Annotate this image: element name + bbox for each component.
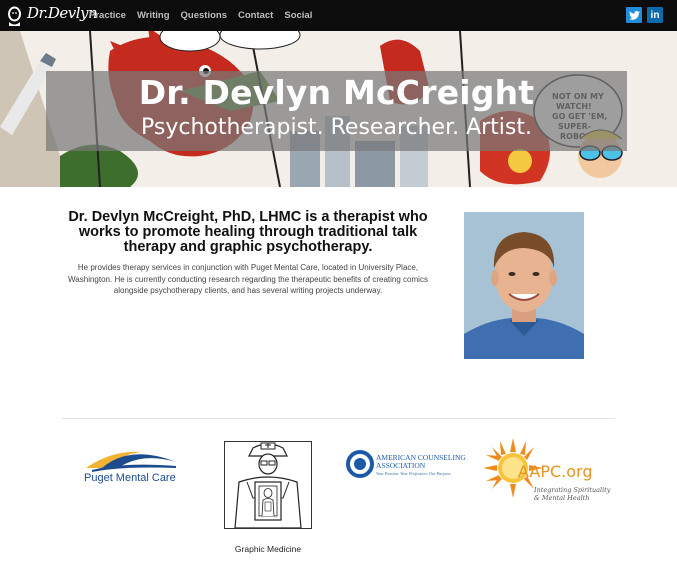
- aca-logo[interactable]: AMERICAN COUNSELING ASSOCIATION Your Pas…: [346, 450, 471, 480]
- aapc-tagline-1: Integrating Spirituality: [534, 486, 611, 494]
- twitter-bird-glyph: [628, 10, 640, 20]
- graphic-medicine-logo[interactable]: [224, 441, 312, 529]
- social-links: in: [621, 7, 663, 23]
- nav-link-contact[interactable]: Contact: [238, 10, 273, 21]
- brand-logo[interactable]: Dr.Devlyn: [6, 4, 98, 28]
- nav-link-practice[interactable]: Practice: [89, 10, 126, 21]
- hero-title: Dr. Devlyn McCreight: [138, 73, 535, 112]
- linkedin-glyph: in: [650, 9, 660, 21]
- aca-tagline: Your Passion. Your Profession. Our Purpo…: [376, 471, 452, 476]
- aapc-tagline-2: & Mental Health: [534, 494, 590, 502]
- puget-mental-care-logo[interactable]: Puget Mental Care: [82, 442, 178, 488]
- nav-link-writing[interactable]: Writing: [137, 10, 170, 21]
- intro-heading: Dr. Devlyn McCreight, PhD, LHMC is a the…: [68, 209, 428, 255]
- wave-mark-icon: [86, 451, 176, 472]
- navbar: Dr.Devlyn Practice Writing Questions Con…: [0, 0, 677, 31]
- hero-subtitle: Psychotherapist. Researcher. Artist.: [140, 115, 532, 140]
- hero-banner: NOT ON MY WATCH! GO GET 'EM, SUPER- ROBO…: [0, 31, 677, 187]
- profile-head-icon: [8, 6, 21, 26]
- graphic-medicine-caption: Graphic Medicine: [234, 544, 302, 554]
- linkedin-icon[interactable]: in: [647, 7, 663, 23]
- pmc-name: Puget Mental Care: [84, 472, 176, 484]
- nav-link-questions[interactable]: Questions: [181, 10, 227, 21]
- nav-links: Practice Writing Questions Contact Socia…: [89, 0, 323, 31]
- intro-body: He provides therapy services in conjunct…: [68, 263, 428, 295]
- twitter-icon[interactable]: [626, 7, 642, 23]
- nav-link-social[interactable]: Social: [284, 10, 312, 21]
- portrait-image: [464, 212, 584, 359]
- section-divider: [62, 418, 615, 419]
- brand-signature: Dr.Devlyn: [27, 4, 98, 22]
- aca-ring-icon: [346, 450, 374, 478]
- aapc-logo[interactable]: AAPC.org Integrating Spirituality & Ment…: [483, 438, 613, 504]
- graphic-medicine-drawing: [234, 442, 302, 529]
- aapc-name: AAPC.org: [518, 462, 593, 481]
- portrait-photo: [464, 212, 584, 359]
- aca-name-line2: ASSOCIATION: [376, 461, 426, 470]
